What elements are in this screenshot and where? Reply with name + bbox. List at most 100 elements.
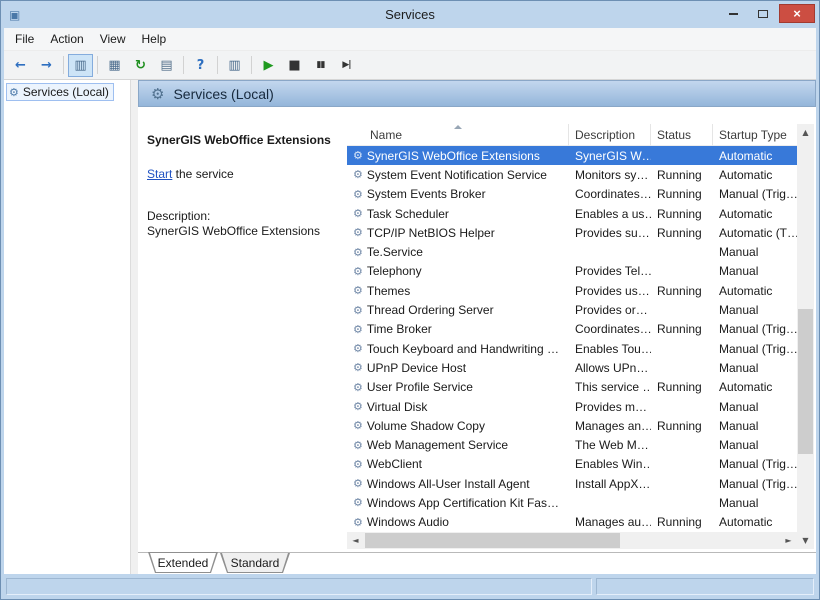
table-row[interactable]: ⚙User Profile ServiceThis service …Runni…: [347, 378, 797, 397]
cell-description: This service …: [569, 378, 651, 397]
vertical-scroll-thumb[interactable]: [798, 309, 813, 454]
status-panel-secondary: [596, 578, 814, 595]
title-bar[interactable]: ▣ Services ×: [1, 1, 819, 28]
table-row[interactable]: ⚙TCP/IP NetBIOS HelperProvides su…Runnin…: [347, 223, 797, 242]
service-name: Windows All-User Install Agent: [367, 477, 530, 491]
selected-service-title: SynerGIS WebOffice Extensions: [147, 133, 341, 147]
export-list-icon: ▤: [160, 59, 172, 72]
cell-name: ⚙UPnP Device Host: [347, 358, 569, 377]
table-body: ⚙SynerGIS WebOffice ExtensionsSynerGIS W…: [347, 146, 797, 532]
cell-status: Running: [651, 281, 713, 300]
cell-status: [651, 455, 713, 474]
cell-name: ⚙WebClient: [347, 455, 569, 474]
service-name: System Event Notification Service: [367, 168, 547, 182]
cell-description: Provides or…: [569, 300, 651, 319]
start-service-link[interactable]: Start: [147, 167, 172, 181]
maximize-icon: [758, 10, 768, 18]
restart-service-icon: ▶|: [342, 61, 350, 70]
table-row[interactable]: ⚙Volume Shadow CopyManages an…RunningMan…: [347, 416, 797, 435]
refresh-button[interactable]: ↻: [128, 54, 153, 77]
properties-button[interactable]: ▦: [102, 54, 127, 77]
table-row[interactable]: ⚙UPnP Device HostAllows UPn…Manual: [347, 358, 797, 377]
minimize-button[interactable]: [719, 4, 747, 23]
tab-extended[interactable]: Extended: [148, 552, 218, 573]
table-row[interactable]: ⚙Thread Ordering ServerProvides or…Manua…: [347, 300, 797, 319]
horizontal-scroll-thumb[interactable]: [365, 533, 620, 548]
table-row[interactable]: ⚙Web Management ServiceThe Web M…Manual: [347, 435, 797, 454]
pause-service-button[interactable]: ▮▮: [308, 54, 333, 77]
table-row[interactable]: ⚙Windows App Certification Kit Fas…Manua…: [347, 493, 797, 512]
menu-help[interactable]: Help: [134, 29, 175, 49]
tree-item-services-local[interactable]: ⚙ Services (Local): [6, 83, 114, 101]
tree-item-label: Services (Local): [23, 85, 109, 99]
panel-splitter[interactable]: [131, 80, 138, 574]
tab-standard[interactable]: Standard: [220, 553, 290, 573]
table-row[interactable]: ⚙Windows All-User Install AgentInstall A…: [347, 474, 797, 493]
forward-button[interactable]: →: [34, 54, 59, 77]
menu-file[interactable]: File: [7, 29, 42, 49]
table-row[interactable]: ⚙Te.ServiceManual: [347, 242, 797, 261]
vertical-scrollbar[interactable]: ▲ ▼: [797, 124, 814, 549]
scroll-left-button[interactable]: ◄: [347, 532, 364, 549]
service-gear-icon: ⚙: [353, 361, 363, 374]
service-name: SynerGIS WebOffice Extensions: [367, 149, 540, 163]
start-service-icon: ▶: [264, 59, 274, 72]
service-name: Time Broker: [367, 322, 432, 336]
table-row[interactable]: ⚙WebClientEnables Win…Manual (Trig…: [347, 455, 797, 474]
table-row[interactable]: ⚙Time BrokerCoordinates…RunningManual (T…: [347, 320, 797, 339]
table-row[interactable]: ⚙Virtual DiskProvides m…Manual: [347, 397, 797, 416]
service-gear-icon: ⚙: [353, 149, 363, 162]
cell-name: ⚙Virtual Disk: [347, 397, 569, 416]
table-row[interactable]: ⚙Touch Keyboard and Handwriting …Enables…: [347, 339, 797, 358]
cell-name: ⚙Themes: [347, 281, 569, 300]
cell-startup: Automatic: [713, 204, 797, 223]
close-button[interactable]: ×: [779, 4, 815, 23]
column-header-description[interactable]: Description: [569, 124, 651, 146]
back-button[interactable]: ←: [8, 54, 33, 77]
table-row[interactable]: ⚙Task SchedulerEnables a us…RunningAutom…: [347, 204, 797, 223]
cell-description: Allows UPn…: [569, 358, 651, 377]
column-header-name[interactable]: Name: [347, 124, 569, 146]
horizontal-scrollbar[interactable]: ◄ ►: [347, 532, 797, 549]
stop-service-button[interactable]: ■: [282, 54, 307, 77]
column-header-label: Description: [575, 128, 635, 142]
export-list-button[interactable]: ▤: [154, 54, 179, 77]
cell-name: ⚙Telephony: [347, 262, 569, 281]
help-button[interactable]: ?: [188, 54, 213, 77]
cell-status: [651, 300, 713, 319]
service-name: Themes: [367, 284, 410, 298]
column-header-status[interactable]: Status: [651, 124, 713, 146]
table-row[interactable]: ⚙TelephonyProvides Tel…Manual: [347, 262, 797, 281]
table-row[interactable]: ⚙Windows AudioManages au…RunningAutomati…: [347, 513, 797, 532]
service-name: Virtual Disk: [367, 400, 427, 414]
scroll-up-button[interactable]: ▲: [797, 124, 814, 141]
column-header-startup-type[interactable]: Startup Type: [713, 124, 797, 146]
table-row[interactable]: ⚙System Events BrokerCoordinates…Running…: [347, 185, 797, 204]
scroll-right-button[interactable]: ►: [780, 532, 797, 549]
status-panel-main: [6, 578, 592, 595]
table-row[interactable]: ⚙SynerGIS WebOffice ExtensionsSynerGIS W…: [347, 146, 797, 165]
table-row[interactable]: ⚙System Event Notification ServiceMonito…: [347, 165, 797, 184]
scroll-down-button[interactable]: ▼: [797, 532, 814, 549]
start-service-button[interactable]: ▶: [256, 54, 281, 77]
maximize-button[interactable]: [749, 4, 777, 23]
cell-description: Install AppX…: [569, 474, 651, 493]
cell-startup: Automatic: [713, 165, 797, 184]
show-console-tree-button[interactable]: ▥: [68, 54, 93, 77]
menu-action[interactable]: Action: [42, 29, 91, 49]
cell-startup: Manual: [713, 397, 797, 416]
restart-service-button[interactable]: ▶|: [334, 54, 359, 77]
cell-startup: Automatic: [713, 513, 797, 532]
cell-description: Enables Win…: [569, 455, 651, 474]
cell-status: Running: [651, 165, 713, 184]
menu-view[interactable]: View: [92, 29, 134, 49]
cell-startup: Manual (Trig…: [713, 185, 797, 204]
services-header-icon: ⚙: [151, 85, 164, 103]
toolbar-separator: [217, 56, 218, 74]
service-name: System Events Broker: [367, 187, 486, 201]
scroll-up-icon: ▲: [802, 128, 808, 137]
toolbar: ←→ ▥ ▦↻ ▤? ▥ ▶ ■▮▮ ▶|: [4, 51, 816, 80]
table-row[interactable]: ⚙ThemesProvides us…RunningAutomatic: [347, 281, 797, 300]
show-action-pane-button[interactable]: ▥: [222, 54, 247, 77]
service-name: Thread Ordering Server: [367, 303, 494, 317]
